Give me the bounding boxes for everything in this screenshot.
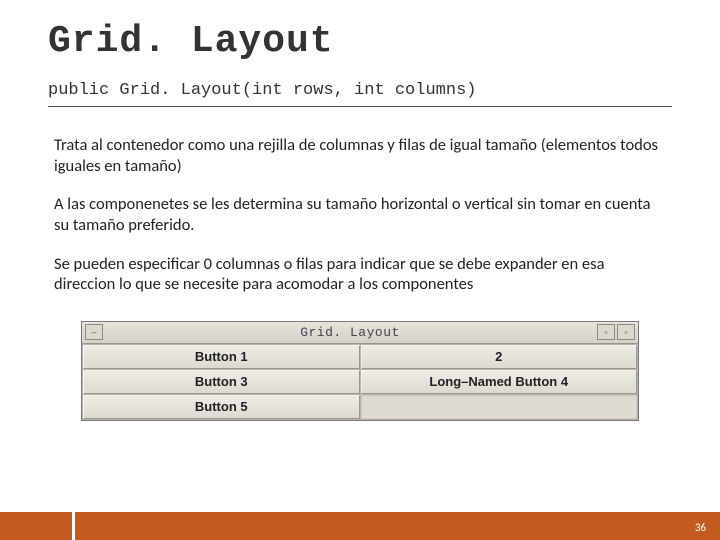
minimize-icon[interactable]: – <box>85 324 103 340</box>
slide-title: Grid. Layout <box>48 20 672 63</box>
grid-button-2[interactable]: 2 <box>361 345 638 369</box>
paragraph-1: Trata al contenedor como una rejilla de … <box>48 135 672 176</box>
paragraph-2: A las componenetes se les determina su t… <box>48 194 672 235</box>
demo-window: – Grid. Layout ▫ ▫ Button 1 2 Button 3 L… <box>81 321 639 421</box>
grid-layout-area: Button 1 2 Button 3 Long–Named Button 4 … <box>82 344 638 420</box>
restore-icon[interactable]: ▫ <box>597 324 615 340</box>
grid-button-3[interactable]: Button 3 <box>83 370 360 394</box>
grid-button-1[interactable]: Button 1 <box>83 345 360 369</box>
grid-button-5[interactable]: Button 5 <box>83 395 360 419</box>
page-number: 36 <box>695 521 706 534</box>
paragraph-3: Se pueden especificar 0 columnas o filas… <box>48 254 672 295</box>
window-titlebar: – Grid. Layout ▫ ▫ <box>82 322 638 344</box>
grid-button-4[interactable]: Long–Named Button 4 <box>361 370 638 394</box>
footer-bar: 36 <box>0 512 720 540</box>
grid-empty-cell <box>361 395 638 419</box>
close-icon[interactable]: ▫ <box>617 324 635 340</box>
constructor-signature: public Grid. Layout(int rows, int column… <box>48 81 672 107</box>
window-title: Grid. Layout <box>106 325 594 340</box>
